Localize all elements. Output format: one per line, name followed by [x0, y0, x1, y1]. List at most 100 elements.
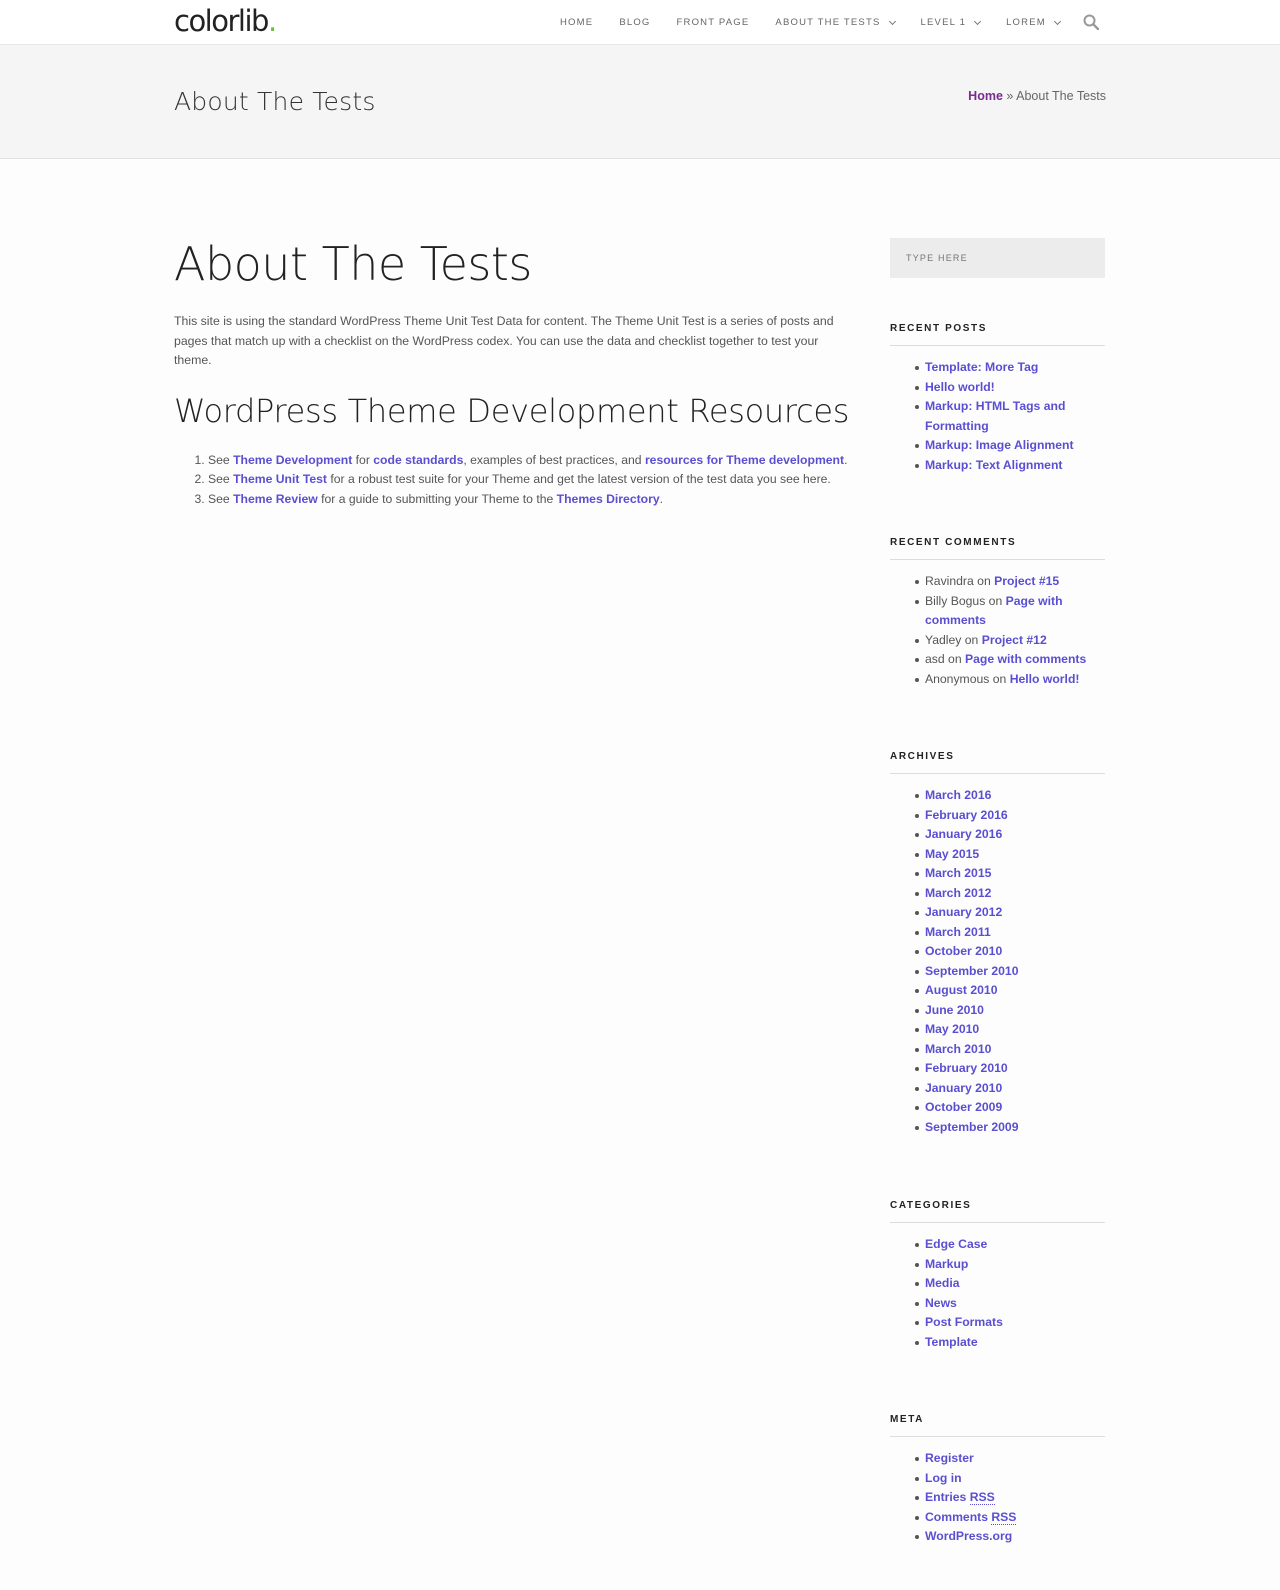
comment-author: Billy Bogus [925, 593, 986, 608]
archive-link[interactable]: March 2011 [925, 925, 991, 939]
archive-link[interactable]: October 2009 [925, 1100, 1002, 1114]
list-item: Ravindra on Project #15 [890, 572, 1105, 592]
breadcrumb-current: About The Tests [1016, 89, 1106, 103]
page-title: About The Tests [174, 87, 376, 116]
comment-author: asd [925, 652, 945, 666]
theme-unit-test-link[interactable]: Theme Unit Test [233, 472, 327, 486]
list-item: WordPress.org [890, 1527, 1105, 1547]
recent-comments-widget: RECENT COMMENTS Ravindra on Project #15 … [890, 537, 1105, 689]
nav-blog[interactable]: BLOG [619, 17, 650, 28]
widget-title: RECENT POSTS [890, 323, 1105, 346]
main-nav: HOME BLOG FRONT PAGE ABOUT THE TESTS LEV… [560, 0, 1086, 45]
theme-review-link[interactable]: Theme Review [233, 492, 318, 506]
comment-post-link[interactable]: Page with comments [965, 652, 1086, 666]
list-item: October 2010 [890, 942, 1105, 962]
chevron-down-icon [1053, 17, 1061, 25]
theme-development-link[interactable]: Theme Development [233, 453, 352, 467]
archive-link[interactable]: June 2010 [925, 1003, 984, 1017]
archive-link[interactable]: January 2016 [925, 827, 1002, 841]
resources-link[interactable]: resources for Theme development [645, 453, 844, 467]
category-link[interactable]: Edge Case [925, 1237, 987, 1251]
comment-post-link[interactable]: Hello world! [1010, 672, 1080, 686]
themes-directory-link[interactable]: Themes Directory [557, 492, 660, 506]
recent-post-link[interactable]: Markup: HTML Tags and Formatting [925, 399, 1065, 433]
entries-rss-link[interactable]: Entries RSS [925, 1490, 995, 1505]
chevron-down-icon [974, 17, 982, 25]
list-item: March 2012 [890, 884, 1105, 904]
widget-title: RECENT COMMENTS [890, 537, 1105, 560]
nav-lorem[interactable]: LOREM [1006, 17, 1061, 28]
list-item: Edge Case [890, 1235, 1105, 1255]
archive-link[interactable]: March 2012 [925, 886, 991, 900]
nav-about-the-tests[interactable]: ABOUT THE TESTS [775, 17, 896, 28]
list-item: Markup: Text Alignment [890, 456, 1105, 476]
list-item: Post Formats [890, 1313, 1105, 1333]
list-item: February 2010 [890, 1059, 1105, 1079]
archive-link[interactable]: May 2015 [925, 847, 979, 861]
archive-link[interactable]: September 2009 [925, 1120, 1019, 1134]
resources-list: See Theme Development for code standards… [208, 451, 854, 510]
list-item: Log in [890, 1469, 1105, 1489]
list-item: May 2015 [890, 845, 1105, 865]
code-standards-link[interactable]: code standards [373, 453, 463, 467]
category-link[interactable]: News [925, 1296, 957, 1310]
archive-link[interactable]: March 2015 [925, 866, 991, 880]
list-item: Template [890, 1333, 1105, 1353]
list-item: Template: More Tag [890, 358, 1105, 378]
recent-post-link[interactable]: Markup: Image Alignment [925, 438, 1074, 452]
list-item: February 2016 [890, 806, 1105, 826]
nav-front-page[interactable]: FRONT PAGE [677, 17, 750, 28]
list-item: Media [890, 1274, 1105, 1294]
list-item: News [890, 1294, 1105, 1314]
category-link[interactable]: Media [925, 1276, 960, 1290]
sidebar-search-input[interactable] [890, 238, 1105, 278]
wordpress-org-link[interactable]: WordPress.org [925, 1529, 1012, 1543]
breadcrumb-home-link[interactable]: Home [968, 89, 1003, 103]
archive-link[interactable]: February 2016 [925, 808, 1008, 822]
archive-link[interactable]: February 2010 [925, 1061, 1008, 1075]
widget-title: META [890, 1414, 1105, 1437]
recent-post-link[interactable]: Template: More Tag [925, 360, 1038, 374]
site-logo[interactable]: colorlib. [174, 4, 277, 38]
archive-link[interactable]: October 2010 [925, 944, 1002, 958]
nav-home[interactable]: HOME [560, 17, 593, 28]
list-item: Entries RSS [890, 1488, 1105, 1508]
category-link[interactable]: Post Formats [925, 1315, 1003, 1329]
archive-link[interactable]: March 2010 [925, 1042, 991, 1056]
list-item: March 2016 [890, 786, 1105, 806]
list-item: March 2011 [890, 923, 1105, 943]
list-item: June 2010 [890, 1001, 1105, 1021]
nav-level-1[interactable]: LEVEL 1 [921, 17, 982, 28]
archive-link[interactable]: August 2010 [925, 983, 997, 997]
list-item: Comments RSS [890, 1508, 1105, 1528]
recent-post-link[interactable]: Markup: Text Alignment [925, 458, 1062, 472]
list-item: Markup [890, 1255, 1105, 1275]
category-link[interactable]: Markup [925, 1257, 968, 1271]
search-icon[interactable] [1083, 14, 1099, 30]
category-link[interactable]: Template [925, 1335, 978, 1349]
archive-link[interactable]: January 2012 [925, 905, 1002, 919]
widget-title: CATEGORIES [890, 1200, 1105, 1223]
page-title-bar: About The Tests Home » About The Tests [0, 45, 1280, 159]
list-item: March 2010 [890, 1040, 1105, 1060]
recent-post-link[interactable]: Hello world! [925, 380, 995, 394]
categories-widget: CATEGORIES Edge Case Markup Media News P… [890, 1200, 1105, 1352]
archives-widget: ARCHIVES March 2016 February 2016 Januar… [890, 751, 1105, 1137]
archive-link[interactable]: May 2010 [925, 1022, 979, 1036]
list-item: Markup: HTML Tags and Formatting [890, 397, 1105, 436]
list-item: August 2010 [890, 981, 1105, 1001]
archive-link[interactable]: January 2010 [925, 1081, 1002, 1095]
archive-link[interactable]: September 2010 [925, 964, 1019, 978]
comment-post-link[interactable]: Project #12 [982, 633, 1047, 647]
site-header: colorlib. HOME BLOG FRONT PAGE ABOUT THE… [0, 0, 1280, 45]
comments-rss-link[interactable]: Comments RSS [925, 1509, 1017, 1525]
login-link[interactable]: Log in [925, 1471, 962, 1485]
main-content: About The Tests This site is using the s… [174, 236, 854, 509]
archive-link[interactable]: March 2016 [925, 788, 991, 802]
list-item: March 2015 [890, 864, 1105, 884]
list-item: See Theme Development for code standards… [208, 451, 854, 471]
register-link[interactable]: Register [925, 1451, 974, 1465]
list-item: See Theme Unit Test for a robust test su… [208, 470, 854, 490]
list-item: January 2012 [890, 903, 1105, 923]
comment-post-link[interactable]: Project #15 [994, 574, 1059, 588]
